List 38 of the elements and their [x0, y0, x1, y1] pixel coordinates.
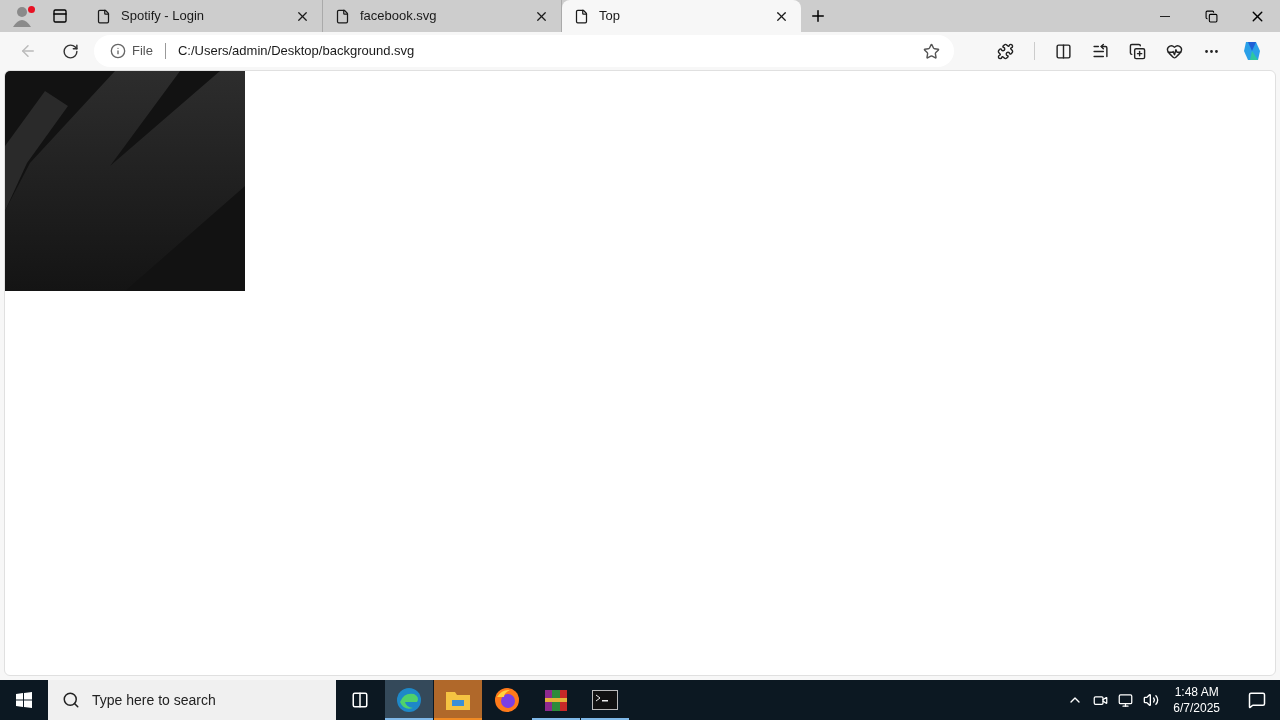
url-text: C:/Users/admin/Desktop/background.svg — [177, 42, 416, 61]
terminal-icon — [592, 690, 618, 710]
address-bar[interactable]: File C:/Users/admin/Desktop/background.svg — [94, 35, 954, 67]
windows-logo-icon — [16, 692, 32, 708]
page-icon — [574, 8, 589, 24]
tab-title: Top — [599, 7, 621, 26]
plus-icon — [809, 7, 827, 25]
favorites-icon[interactable] — [1092, 42, 1109, 60]
tab-actions-icon — [52, 8, 68, 24]
taskbar-search-field[interactable]: Type here to search — [48, 680, 336, 720]
profile-avatar-icon[interactable] — [11, 5, 33, 27]
heart-pulse-icon[interactable] — [1166, 42, 1183, 60]
collections-icon[interactable] — [1129, 42, 1146, 60]
clock[interactable]: 1:48 AM 6/7/2025 — [1169, 684, 1224, 716]
browser-tab[interactable]: Top — [562, 0, 801, 32]
restore-icon — [1204, 9, 1218, 23]
page-icon — [335, 8, 350, 24]
scheme-label: File — [132, 42, 153, 61]
edge-icon — [396, 687, 422, 713]
taskbar-app[interactable] — [385, 680, 433, 720]
tab-title: Spotify - Login — [121, 7, 206, 26]
search-icon — [62, 691, 80, 709]
search-placeholder: Type here to search — [92, 690, 216, 710]
info-icon — [110, 43, 126, 59]
network-icon[interactable] — [1118, 692, 1134, 708]
books-icon — [543, 687, 569, 713]
extensions-icon[interactable] — [997, 42, 1014, 60]
favorite-star-icon[interactable] — [923, 42, 940, 60]
task-view-icon — [351, 691, 369, 709]
minimize-icon — [1160, 15, 1170, 17]
split-screen-icon[interactable] — [1055, 42, 1072, 60]
folder-icon — [445, 689, 471, 711]
refresh-icon — [61, 42, 79, 60]
firefox-icon — [494, 687, 520, 713]
notifications-icon[interactable] — [1248, 691, 1266, 709]
tab-title: facebook.svg — [360, 7, 438, 26]
page-icon — [96, 8, 111, 24]
speaker-icon[interactable] — [1143, 692, 1160, 708]
